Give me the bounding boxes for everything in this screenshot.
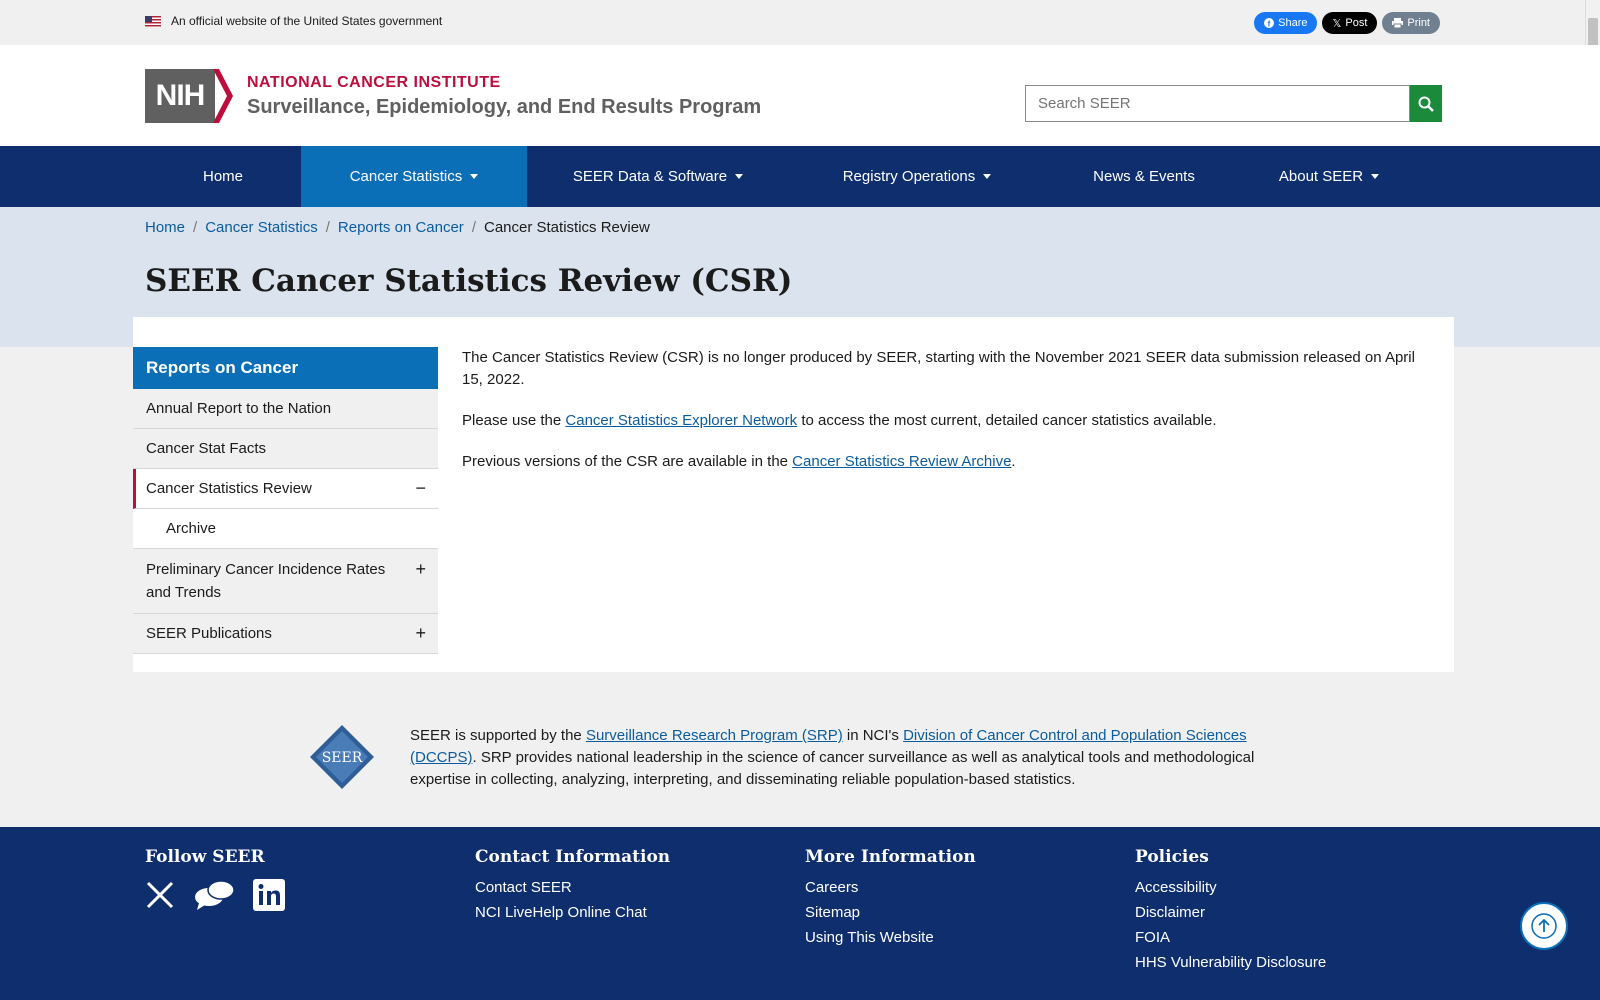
print-button[interactable]: Print: [1382, 12, 1440, 34]
nav-seer-data-software[interactable]: SEER Data & Software: [527, 146, 789, 207]
x-post-button[interactable]: 𝕏 Post: [1322, 12, 1378, 34]
site-header: NIH NATIONAL CANCER INSTITUTE Surveillan…: [0, 45, 1600, 146]
collapse-icon[interactable]: −: [415, 478, 426, 499]
svg-text:f: f: [1268, 20, 1271, 29]
nav-cancer-statistics[interactable]: Cancer Statistics: [301, 146, 527, 207]
chevron-down-icon: [1371, 174, 1380, 179]
archive-paragraph: Previous versions of the CSR are availab…: [462, 453, 1016, 470]
sidebar-heading[interactable]: Reports on Cancer: [133, 347, 438, 389]
nav-home[interactable]: Home: [145, 146, 301, 207]
support-text: SEER is supported by the Surveillance Re…: [410, 727, 1255, 788]
footer-contact-heading: Contact Information: [475, 847, 671, 867]
gov-banner: An official website of the United States…: [0, 0, 1600, 45]
content-card: Reports on Cancer Annual Report to the N…: [133, 317, 1454, 672]
sidebar-item-cancer-stat-facts[interactable]: Cancer Stat Facts: [133, 429, 438, 469]
breadcrumb-home[interactable]: Home: [145, 219, 185, 236]
facebook-icon: f: [1264, 18, 1275, 29]
archive-link[interactable]: Cancer Statistics Review Archive: [792, 453, 1011, 470]
footer-link-disclaimer[interactable]: Disclaimer: [1135, 904, 1326, 921]
facebook-share-label: Share: [1278, 17, 1308, 29]
breadcrumb: Home / Cancer Statistics / Reports on Ca…: [145, 219, 650, 236]
sidebar-item-seer-publications[interactable]: SEER Publications +: [133, 614, 438, 654]
x-social-icon[interactable]: [145, 880, 175, 910]
nav-registry-operations[interactable]: Registry Operations: [789, 146, 1045, 207]
sidebar-item-preliminary-rates[interactable]: Preliminary Cancer Incidence Rates and T…: [133, 549, 438, 614]
breadcrumb-separator: /: [471, 219, 476, 236]
footer-contact: Contact Information Contact SEER NCI Liv…: [475, 847, 670, 929]
breadcrumb-separator: /: [325, 219, 330, 236]
expand-icon[interactable]: +: [415, 623, 426, 644]
x-icon: 𝕏: [1332, 17, 1342, 30]
footer-link-hhs-vdp[interactable]: HHS Vulnerability Disclosure: [1135, 954, 1326, 971]
main-nav: Home Cancer Statistics SEER Data & Softw…: [0, 146, 1600, 207]
chevron-down-icon: [735, 174, 744, 179]
gov-banner-text: An official website of the United States…: [171, 14, 443, 28]
footer-link-foia[interactable]: FOIA: [1135, 929, 1326, 946]
breadcrumb-reports-on-cancer[interactable]: Reports on Cancer: [338, 219, 464, 236]
breadcrumb-separator: /: [193, 219, 198, 236]
site-footer: Follow SEER Contact Information Contact …: [0, 827, 1600, 1000]
search-button[interactable]: [1410, 85, 1442, 122]
footer-link-using-website[interactable]: Using This Website: [805, 929, 976, 946]
footer-link-accessibility[interactable]: Accessibility: [1135, 879, 1326, 896]
expand-icon[interactable]: +: [415, 558, 426, 581]
footer-link-livehelp[interactable]: NCI LiveHelp Online Chat: [475, 904, 670, 921]
nci-name: NATIONAL CANCER INSTITUTE: [247, 73, 501, 91]
footer-policies-heading: Policies: [1135, 847, 1209, 867]
csr-notice: The Cancer Statistics Review (CSR) is no…: [462, 349, 1415, 388]
print-label: Print: [1407, 17, 1430, 29]
footer-link-careers[interactable]: Careers: [805, 879, 976, 896]
nih-chevron-icon: [213, 69, 233, 123]
footer-more-heading: More Information: [805, 847, 976, 867]
page-title: SEER Cancer Statistics Review (CSR): [145, 263, 793, 299]
main-area: Reports on Cancer Annual Report to the N…: [0, 317, 1600, 827]
seer-logo: SEER: [310, 725, 374, 789]
search-form: [1025, 85, 1442, 122]
x-post-label: Post: [1345, 17, 1368, 29]
sidebar-item-cancer-statistics-review[interactable]: Cancer Statistics Review −: [133, 469, 438, 509]
back-to-top-button[interactable]: [1520, 902, 1568, 950]
facebook-share-button[interactable]: f Share: [1254, 12, 1318, 34]
sidebar-item-annual-report[interactable]: Annual Report to the Nation: [133, 389, 438, 429]
explorer-paragraph: Please use the Cancer Statistics Explore…: [462, 412, 1217, 429]
nih-logo-box: NIH: [145, 69, 215, 123]
footer-more-info: More Information Careers Sitemap Using T…: [805, 847, 976, 954]
footer-follow: Follow SEER: [145, 847, 285, 911]
search-icon: [1418, 96, 1434, 112]
sidebar-nav: Reports on Cancer Annual Report to the N…: [133, 347, 438, 654]
arrow-up-icon: [1531, 913, 1557, 939]
footer-link-contact-seer[interactable]: Contact SEER: [475, 879, 670, 896]
svg-text:SEER: SEER: [322, 750, 363, 766]
nih-seer-logo[interactable]: NIH NATIONAL CANCER INSTITUTE Surveillan…: [145, 69, 761, 123]
breadcrumb-current: Cancer Statistics Review: [483, 219, 650, 236]
breadcrumb-cancer-statistics[interactable]: Cancer Statistics: [205, 219, 318, 236]
nav-news-events[interactable]: News & Events: [1045, 146, 1243, 207]
linkedin-icon[interactable]: [253, 879, 285, 911]
search-input[interactable]: [1025, 85, 1410, 122]
srp-link[interactable]: Surveillance Research Program (SRP): [586, 727, 843, 744]
nav-about-seer[interactable]: About SEER: [1243, 146, 1415, 207]
main-content: The Cancer Statistics Review (CSR) is no…: [462, 347, 1422, 492]
chevron-down-icon: [983, 174, 992, 179]
explorer-link[interactable]: Cancer Statistics Explorer Network: [565, 412, 797, 429]
us-flag-icon: [145, 15, 161, 27]
chevron-down-icon: [470, 174, 479, 179]
sidebar-item-archive[interactable]: Archive: [133, 509, 438, 549]
support-section: SEER SEER is supported by the Surveillan…: [0, 725, 1600, 835]
print-icon: [1392, 18, 1404, 28]
footer-policies: Policies Accessibility Disclaimer FOIA H…: [1135, 847, 1326, 979]
chat-icon[interactable]: [193, 879, 235, 911]
footer-follow-heading: Follow SEER: [145, 847, 265, 867]
footer-link-sitemap[interactable]: Sitemap: [805, 904, 976, 921]
program-name: Surveillance, Epidemiology, and End Resu…: [247, 95, 762, 118]
